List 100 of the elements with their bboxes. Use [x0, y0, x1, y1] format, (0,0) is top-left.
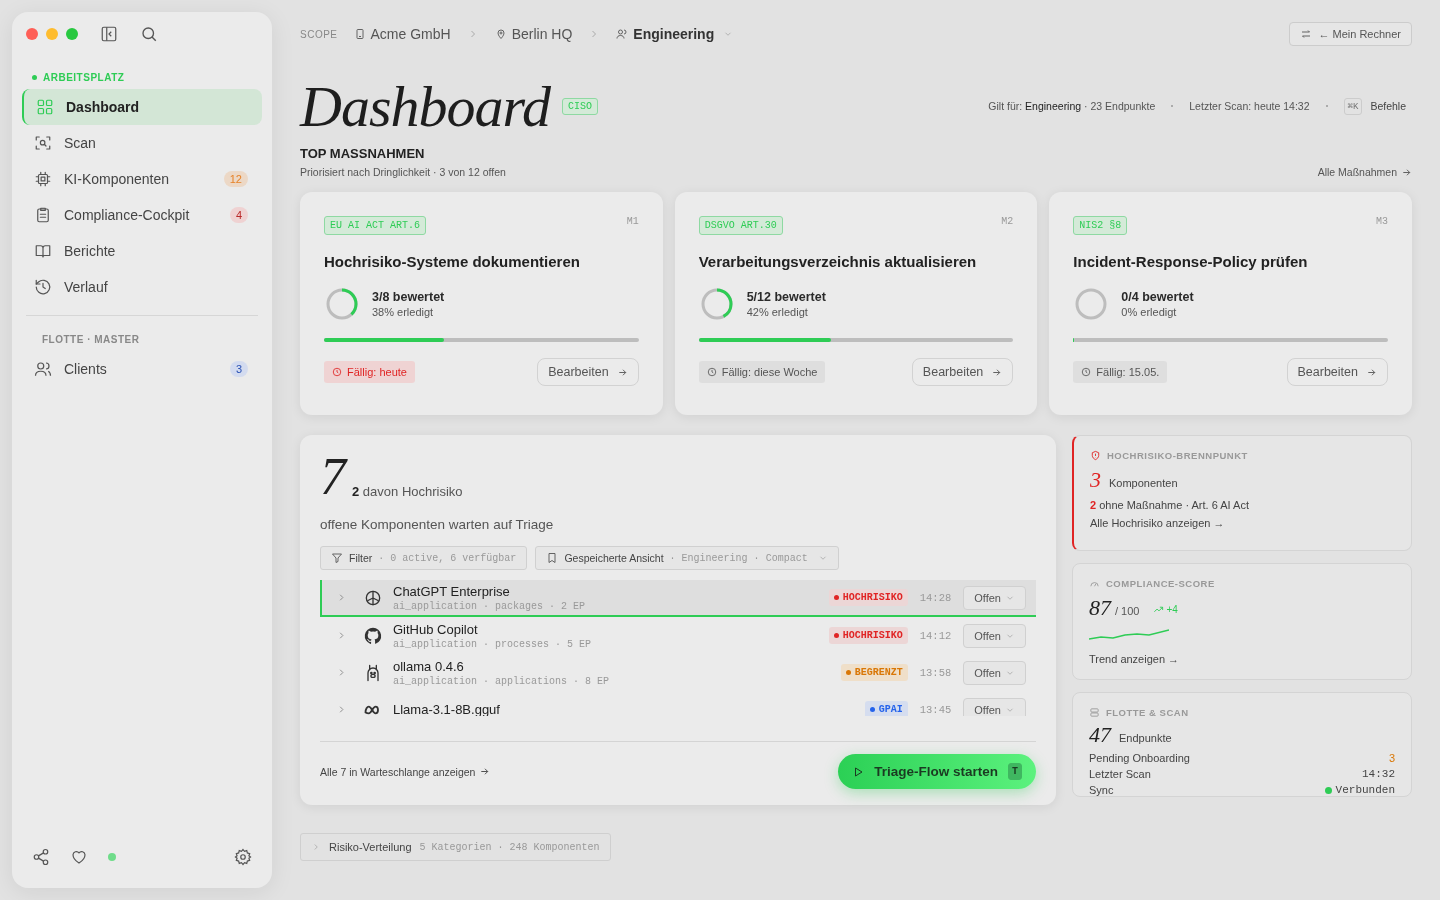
- stat-label: Sync: [1089, 784, 1114, 796]
- section-label: ARBEITSPLATZ: [32, 72, 262, 83]
- stat-value: Verbunden: [1324, 784, 1395, 796]
- nav-item[interactable]: Clients 3: [22, 351, 262, 387]
- nav-item[interactable]: KI-Komponenten 12: [22, 161, 262, 197]
- queue-link[interactable]: Alle 7 in Warteschlange anzeigen: [320, 765, 491, 778]
- stat-label: Pending Onboarding: [1089, 752, 1190, 764]
- clock-icon: [706, 367, 717, 377]
- progress-count: 3/8 bewertet: [372, 290, 445, 304]
- due-badge: Fällig: 15.05.: [1073, 361, 1168, 383]
- status-dropdown[interactable]: Offen: [963, 623, 1026, 648]
- minimize-window-button[interactable]: [46, 28, 58, 40]
- due-badge: Fällig: heute: [324, 361, 415, 383]
- status-dropdown[interactable]: Offen: [963, 697, 1026, 716]
- filter-icon: [331, 552, 343, 564]
- switch-button[interactable]: ← Mein Rechner: [1289, 22, 1412, 46]
- role-tag: CISO: [561, 97, 598, 115]
- nav-item[interactable]: Compliance-Cockpit 4: [22, 197, 262, 233]
- progress-ring: [324, 286, 360, 322]
- arrow-icon: [1401, 166, 1412, 178]
- section-subtitle: Priorisiert nach Dringlichkeit · 3 von 12 offen: [300, 166, 506, 178]
- regulation-tag: DSGVO ART.30: [698, 216, 783, 235]
- distribution-toggle[interactable]: Risiko-Verteilung 5 Kategorien · 248 Komponenten: [300, 833, 611, 861]
- server-icon: [1089, 707, 1100, 718]
- saved-view-dropdown[interactable]: Gespeicherte Ansicht · Engineering · Compact: [535, 546, 839, 570]
- regulation-tag: NIS2 §8: [1073, 216, 1128, 235]
- open-count: 7: [320, 453, 346, 501]
- high-risk-link[interactable]: Alle Hochrisiko anzeigen →: [1090, 517, 1395, 529]
- edit-button[interactable]: Bearbeiten: [1286, 358, 1388, 386]
- shield-alert-icon: [1090, 450, 1101, 461]
- high-risk-count: 3: [1090, 467, 1101, 493]
- component-name: GitHub Copilot: [393, 621, 479, 637]
- building-icon: [353, 28, 366, 40]
- risk-badge: HOCHRISIKO: [828, 589, 908, 606]
- high-risk-note: 2 davon Hochrisiko: [352, 484, 463, 501]
- count-unit: Endpunkte: [1119, 732, 1172, 744]
- component-meta: ai_application · processes · 5 EP: [393, 638, 593, 650]
- row-time: 13:58: [919, 666, 952, 679]
- arrow-icon: [1366, 366, 1377, 378]
- nav-item[interactable]: Scan: [22, 125, 262, 161]
- progress-percent: 38% erledigt: [372, 306, 435, 318]
- progress-percent: 0% erledigt: [1121, 306, 1178, 318]
- zoom-window-button[interactable]: [66, 28, 78, 40]
- breadcrumb-link[interactable]: Acme GmbH: [370, 26, 451, 42]
- due-badge: Fällig: diese Woche: [698, 361, 826, 383]
- filter-button[interactable]: Filter · 0 active, 6 verfügbar: [320, 546, 528, 570]
- swap-icon: [1300, 28, 1313, 40]
- search-icon[interactable]: [140, 25, 158, 43]
- breadcrumb-link[interactable]: Berlin HQ: [511, 26, 573, 42]
- component-row[interactable]: ChatGPT Enterprise ai_application · packages · 2 EP HOCHRISIKO 14:28 Offen: [320, 580, 1036, 617]
- nav-item[interactable]: Dashboard: [22, 89, 262, 125]
- breadcrumb-link[interactable]: Engineering: [633, 26, 715, 42]
- sidebar-toggle-icon[interactable]: [100, 25, 118, 43]
- component-meta: ai_application · applications · 8 EP: [393, 675, 611, 687]
- status-dropdown[interactable]: Offen: [963, 585, 1026, 610]
- action-id: M3: [1375, 216, 1388, 227]
- edit-button[interactable]: Bearbeiten: [911, 358, 1014, 386]
- scan-info: Letzter Scan: heute 14:32: [1189, 100, 1310, 112]
- settings-icon[interactable]: [234, 848, 252, 866]
- component-row[interactable]: Llama-3.1-8B.gguf GPAI 13:45 Offen: [320, 691, 1036, 716]
- row-time: 13:45: [919, 703, 952, 716]
- nav-item[interactable]: Berichte: [22, 233, 262, 269]
- commands-link[interactable]: Befehle: [1370, 100, 1406, 112]
- arrow-icon: [479, 766, 491, 777]
- clock-icon: [1081, 367, 1092, 377]
- progress-count: 5/12 bewertet: [746, 290, 826, 304]
- bookmark-icon: [546, 552, 559, 564]
- nav-item[interactable]: Verlauf: [22, 269, 262, 305]
- shortcut-key: ⌘K: [1343, 97, 1363, 115]
- component-row[interactable]: ollama 0.4.6 ai_application · applications · 8 EP BEGRENZT 13:58 Offen: [320, 654, 1036, 691]
- component-name: ChatGPT Enterprise: [393, 583, 511, 599]
- clock-icon: [332, 367, 342, 377]
- stat-value: 14:32: [1362, 768, 1395, 780]
- component-meta: ai_application · packages · 2 EP: [393, 600, 587, 612]
- status-dropdown[interactable]: Offen: [963, 660, 1026, 685]
- hotspot-note: 2 ohne Maßnahme · Art. 6 AI Act: [1090, 499, 1250, 511]
- regulation-tag: EU AI ACT ART.6: [324, 216, 426, 235]
- start-triage-button[interactable]: Triage-Flow starten T: [838, 754, 1036, 789]
- row-time: 14:28: [919, 591, 952, 604]
- edit-button[interactable]: Bearbeiten: [537, 358, 639, 386]
- count-badge: 3: [229, 361, 248, 377]
- chip-icon: [34, 170, 52, 188]
- component-name: Llama-3.1-8B.gguf: [393, 702, 501, 716]
- all-actions-link[interactable]: Alle Maßnahmen: [1317, 166, 1412, 178]
- score-max: / 100: [1115, 605, 1140, 617]
- close-window-button[interactable]: [26, 28, 38, 40]
- score-delta: +4: [1153, 604, 1178, 615]
- share-icon[interactable]: [32, 848, 50, 866]
- card-title: FLOTTE & SCAN: [1106, 707, 1189, 718]
- clipboard-icon: [34, 206, 52, 224]
- users-icon: [616, 28, 629, 40]
- trend-link[interactable]: Trend anzeigen →: [1089, 653, 1395, 665]
- grid-icon: [36, 98, 54, 116]
- arrow-icon: [616, 366, 628, 378]
- triage-subtitle: offene Komponenten warten auf Triage: [320, 517, 555, 532]
- heart-icon[interactable]: [70, 848, 88, 866]
- component-row[interactable]: GitHub Copilot ai_application · processes · 5 EP HOCHRISIKO 14:12 Offen: [320, 617, 1036, 654]
- progress-percent: 42% erledigt: [746, 306, 809, 318]
- shortcut-key: T: [1008, 763, 1022, 780]
- count-unit: Komponenten: [1109, 477, 1178, 489]
